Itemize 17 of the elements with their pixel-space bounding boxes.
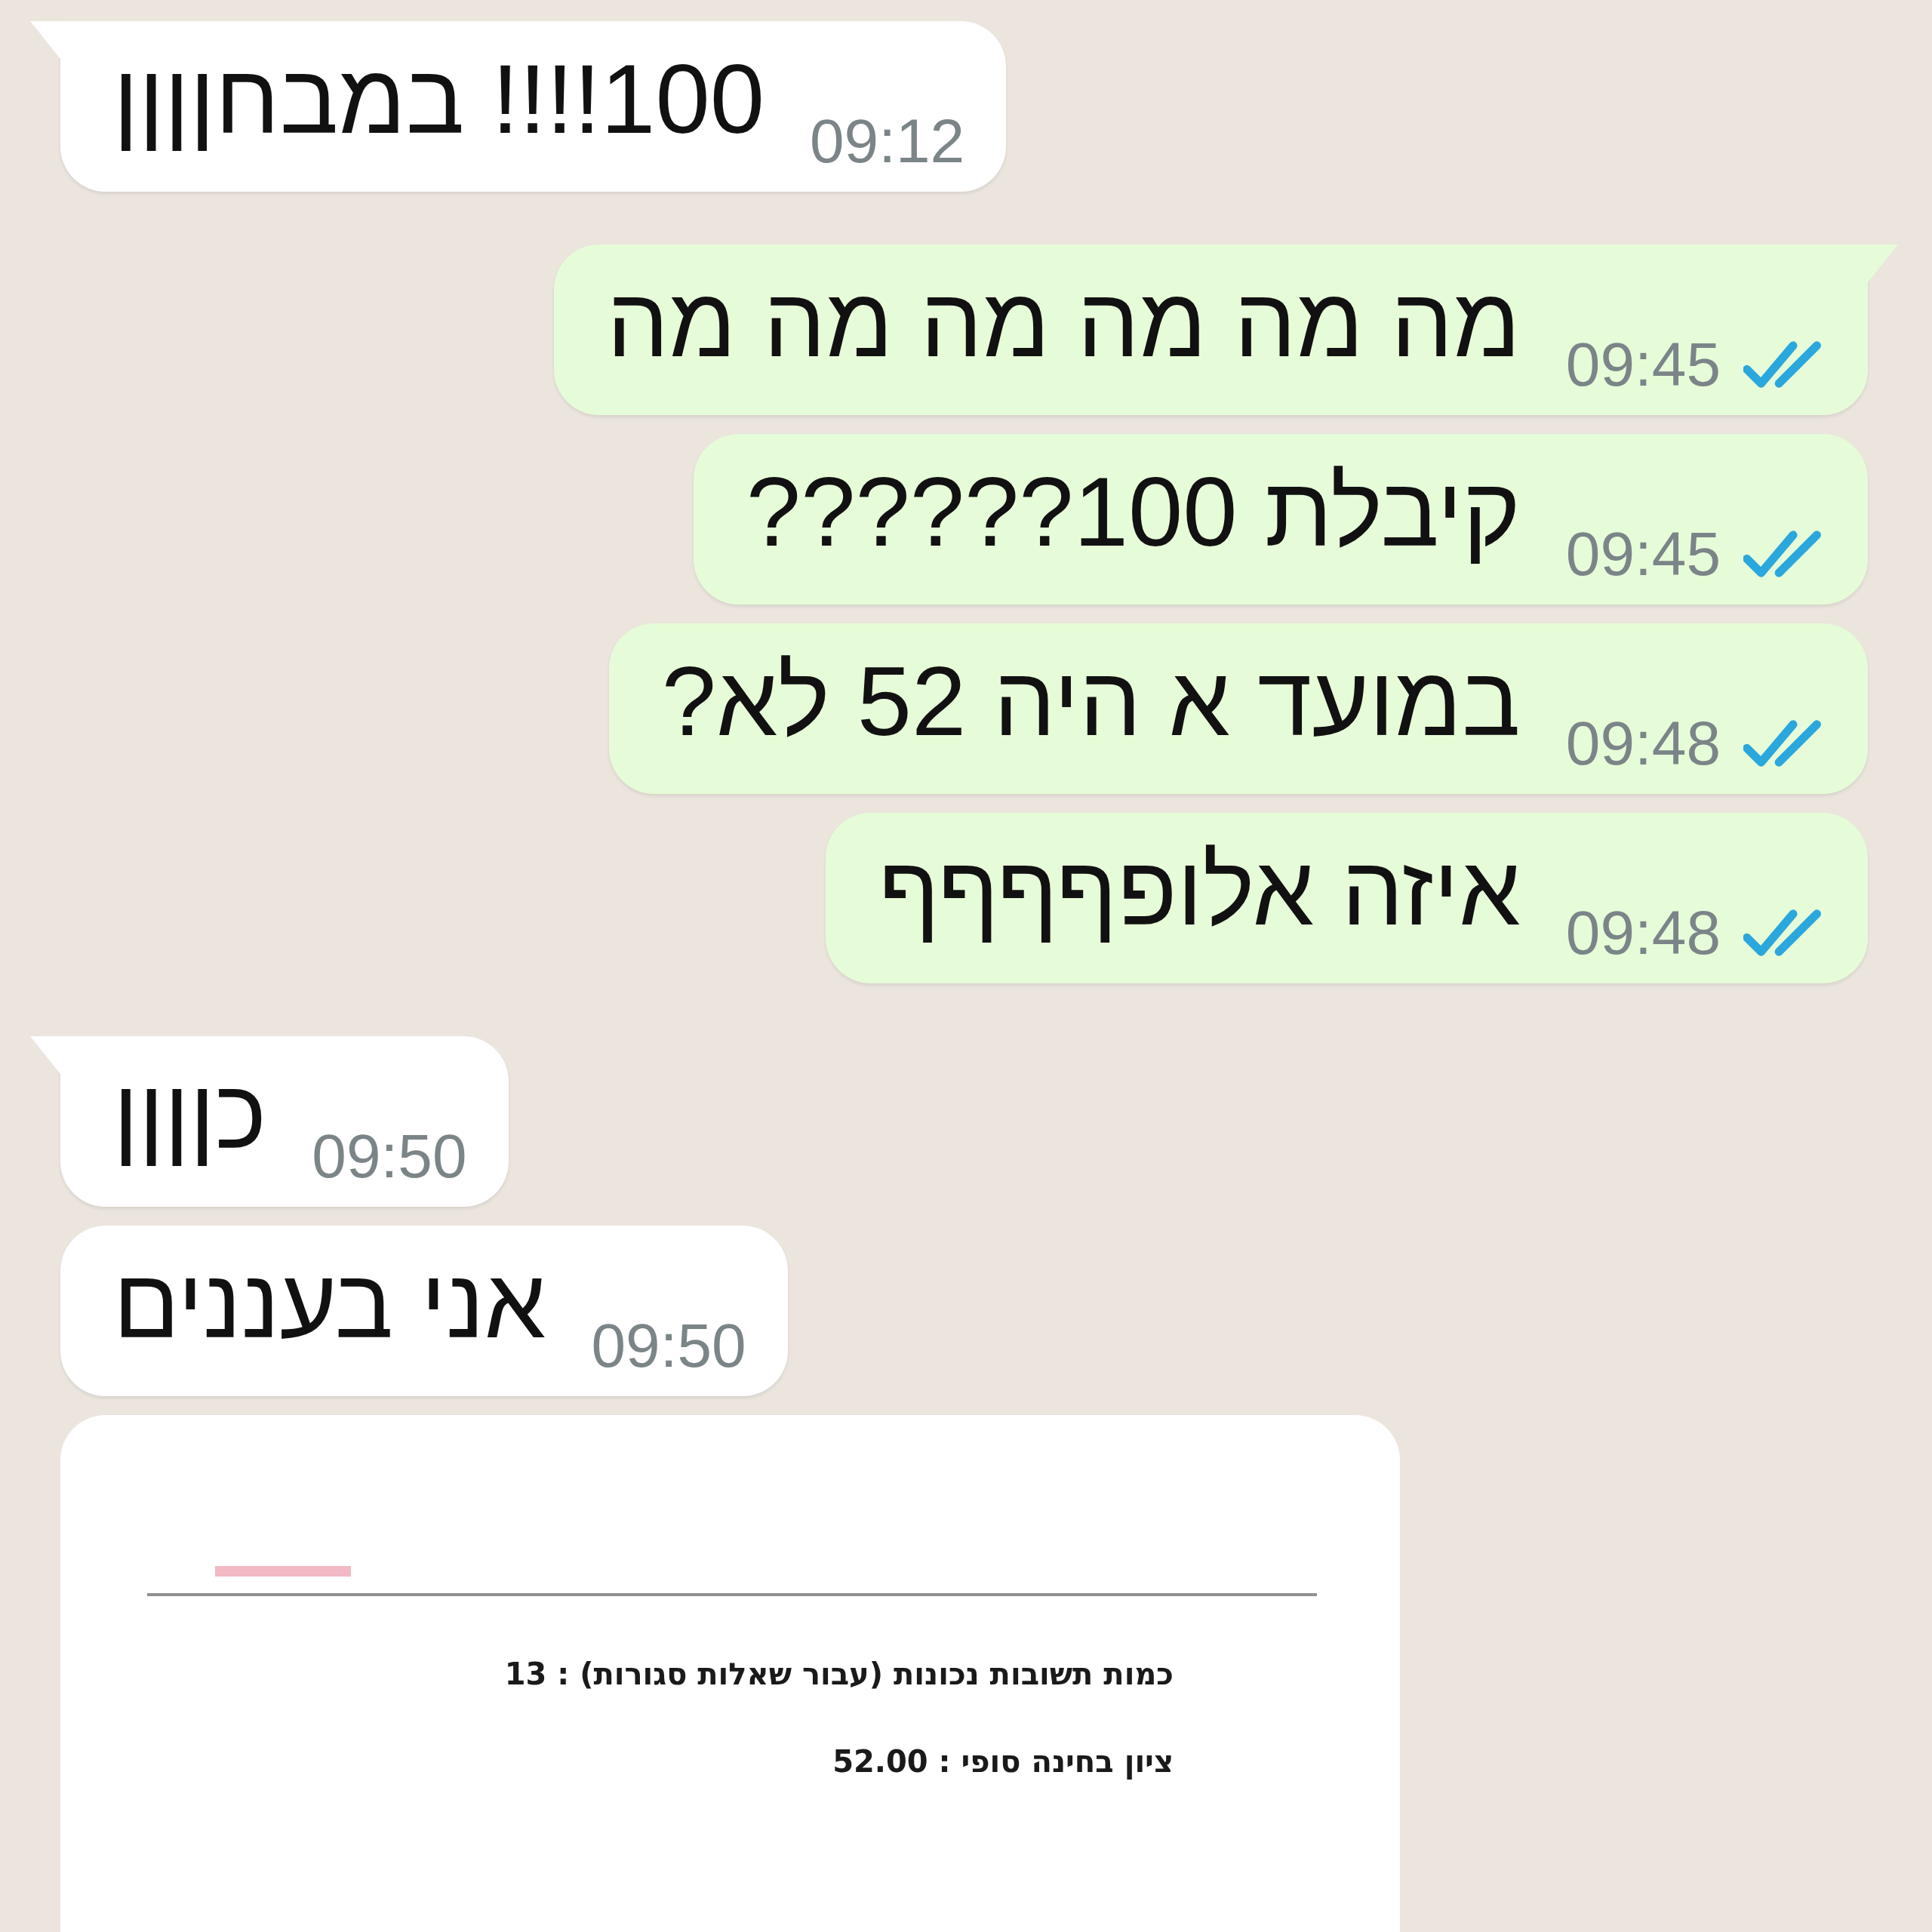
- message-text: איזה אלופףףףף: [878, 835, 1521, 947]
- message-text: מה מה מה מה מה מה: [606, 266, 1521, 379]
- message-time: 09:45: [1565, 518, 1721, 589]
- message-time: 09:48: [1565, 707, 1721, 779]
- message-time: 09:45: [1565, 328, 1721, 400]
- message-text: 100!!!! במבחןןןן: [113, 43, 764, 155]
- document-text: כמות תשובות נכונות (עבור שאלות סגורות) : 13: [503, 1657, 1174, 1691]
- message-text: כןןןן: [113, 1058, 267, 1171]
- message-time: 09:48: [1565, 897, 1721, 968]
- message-time: 09:12: [810, 105, 965, 177]
- message-text: אני בעננים: [113, 1247, 546, 1360]
- document-text: ציון בחינה סופי : 52.00: [832, 1744, 1174, 1779]
- message-text: קיבלת 100??????: [746, 456, 1521, 568]
- message-time: 09:50: [312, 1120, 467, 1192]
- message-time: 09:50: [591, 1309, 746, 1381]
- document-preview[interactable]: כמות תשובות נכונות (עבור שאלות סגורות) : 13 ציון בחינה סופי : 52.00: [60, 1415, 1400, 1932]
- message-text: במועד א היה 52 לא?: [661, 645, 1521, 758]
